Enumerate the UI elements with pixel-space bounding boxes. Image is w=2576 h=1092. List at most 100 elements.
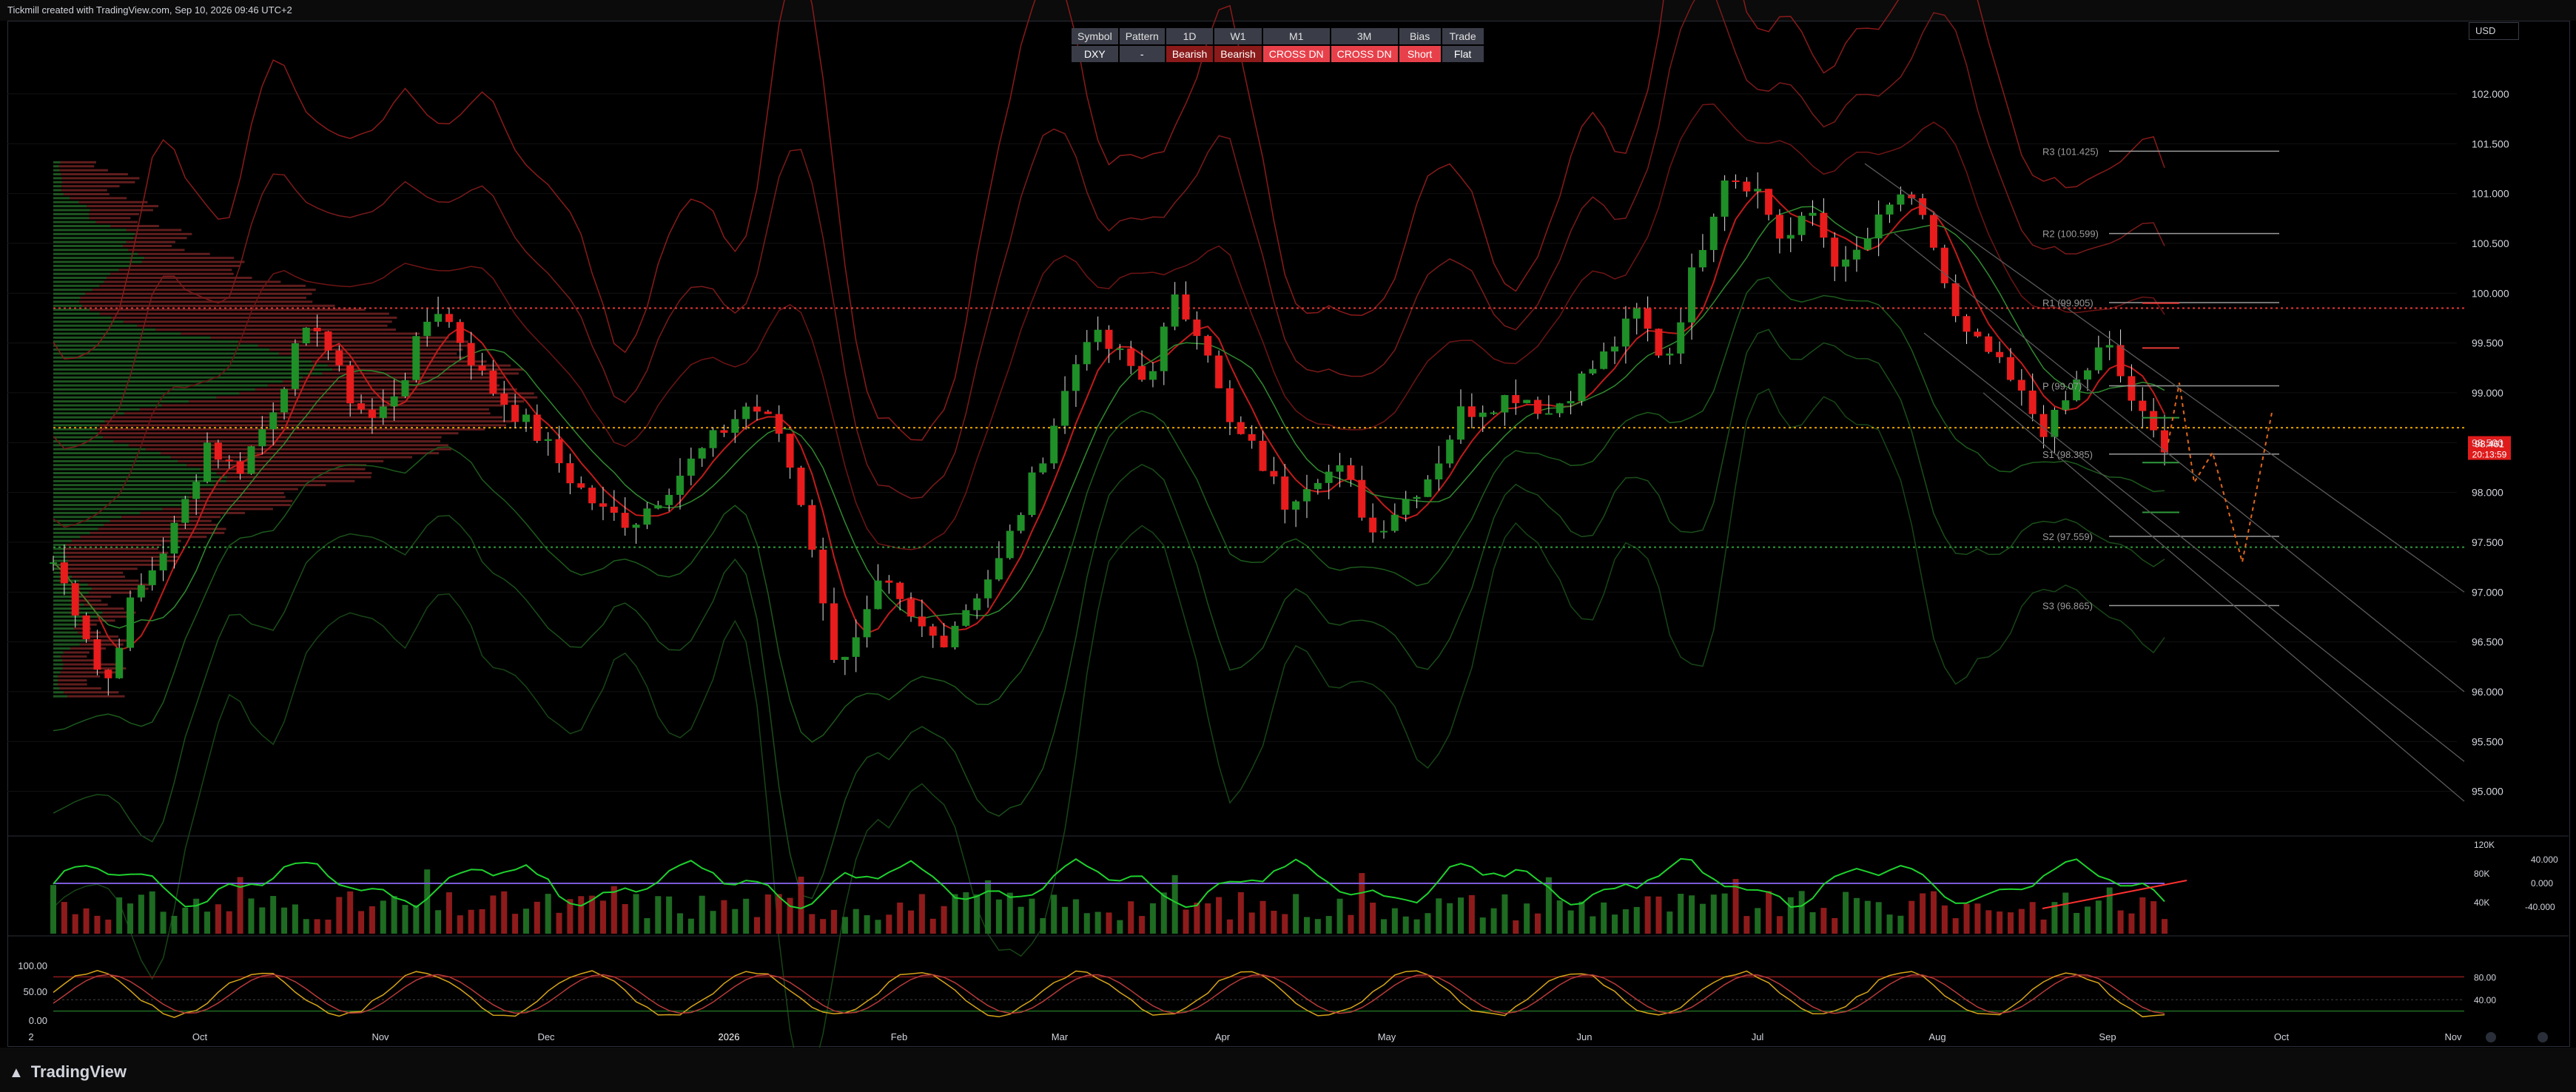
currency-selector[interactable]: USD xyxy=(2469,22,2519,40)
candle-body xyxy=(852,637,860,657)
candle-body xyxy=(236,461,244,474)
volume-profile-bar xyxy=(53,209,90,212)
volume-bar xyxy=(941,906,947,934)
stoch-tick-left: 0.00 xyxy=(29,1015,47,1026)
volume-profile-bar xyxy=(278,352,457,355)
candle-body xyxy=(2105,345,2113,348)
volume-bar xyxy=(457,915,463,934)
volume-profile-bar xyxy=(53,161,61,164)
volume-profile-bar xyxy=(53,551,65,554)
volume-bar xyxy=(1083,913,1090,934)
brand[interactable]: ▲ TradingView xyxy=(9,1062,127,1082)
candle-body xyxy=(2062,400,2070,410)
candle-body xyxy=(204,442,212,482)
candle-body xyxy=(478,365,486,371)
volume-bar xyxy=(1490,908,1497,934)
volume-bar xyxy=(1952,918,1959,934)
volume-bar xyxy=(1282,914,1288,934)
volume-bar xyxy=(512,914,519,934)
candle-body xyxy=(522,414,530,422)
volume-bar xyxy=(1776,916,1783,934)
volume-profile-bar xyxy=(53,356,293,359)
volume-profile-bar xyxy=(53,651,64,654)
candle-body xyxy=(1215,355,1223,388)
candle-body xyxy=(2083,370,2091,380)
candle-body xyxy=(1479,412,1487,417)
volume-profile-bar xyxy=(53,260,142,263)
volume-profile-bar xyxy=(200,468,366,471)
volume-profile-bar xyxy=(53,309,90,311)
candle-body xyxy=(973,598,981,610)
volume-profile-bar xyxy=(53,539,72,542)
volume-profile-bar xyxy=(85,292,312,295)
volume-profile-bar xyxy=(53,304,83,307)
volume-profile-bar xyxy=(53,488,201,491)
volume-bar xyxy=(1567,910,1574,934)
candle-body xyxy=(687,458,695,476)
volume-bar xyxy=(1370,903,1376,934)
candle-body xyxy=(192,482,201,499)
table-cell-m1: CROSS DN xyxy=(1262,46,1330,62)
volume-profile-bar xyxy=(53,212,90,215)
volume-profile-bar xyxy=(53,615,101,618)
volume-profile-bar xyxy=(79,643,124,646)
volume-bar xyxy=(1325,916,1332,934)
volume-bar xyxy=(886,914,892,934)
candle-body xyxy=(1709,216,1718,250)
brand-label: TradingView xyxy=(30,1062,127,1081)
volume-profile-bar xyxy=(53,476,228,479)
candle-body xyxy=(1281,476,1289,510)
candle-body xyxy=(1424,479,1432,497)
volume-profile-bar xyxy=(53,675,58,678)
candle-body xyxy=(753,406,761,412)
volume-bar xyxy=(578,896,585,934)
volume-profile-bar xyxy=(53,667,63,670)
volume-bar xyxy=(820,919,827,934)
candle-body xyxy=(929,626,937,636)
volume-profile-bar xyxy=(53,269,119,272)
volume-profile-bar xyxy=(59,169,108,172)
volume-bar xyxy=(1436,898,1442,934)
volume-profile-bar xyxy=(53,181,62,183)
chart-canvas[interactable]: R3 (101.425) R2 (100.599) R1 (99.905) P (99… xyxy=(0,0,2576,1092)
candle-body xyxy=(1402,499,1410,515)
volume-bar xyxy=(908,910,915,934)
time-tick-label: May xyxy=(1378,1031,1396,1042)
candle-body xyxy=(1852,249,1860,260)
volume-bar xyxy=(1479,917,1486,934)
candle-body xyxy=(50,562,57,564)
candle-body xyxy=(1698,249,1706,268)
volume-profile-bar xyxy=(110,225,159,228)
candle-body xyxy=(786,434,794,468)
volume-profile-bar xyxy=(60,161,96,164)
volume-profile-bar xyxy=(53,631,78,634)
candle-body xyxy=(1974,331,1982,337)
candle-body xyxy=(1644,308,1652,329)
volume-bar xyxy=(952,894,958,934)
table-header-w1: W1 xyxy=(1214,28,1262,44)
volume-bar xyxy=(501,891,508,934)
volume-bar xyxy=(721,900,727,934)
volume-profile-bar xyxy=(79,300,313,303)
volume-bar xyxy=(1930,891,1937,934)
volume-profile-bar xyxy=(61,655,87,658)
volume-profile-bar xyxy=(123,320,392,323)
volume-profile-bar xyxy=(99,284,306,287)
volume-bar xyxy=(391,896,397,934)
settings-gear-icon xyxy=(2538,1032,2548,1042)
candle-body xyxy=(1743,181,1751,192)
volume-profile-bar xyxy=(53,627,74,630)
volume-bar xyxy=(633,894,639,934)
volume-bar xyxy=(1699,903,1706,934)
volume-bar xyxy=(1886,914,1893,934)
volume-profile-bar xyxy=(53,583,88,586)
volume-profile-bar xyxy=(118,269,232,272)
volume-profile-bar xyxy=(95,220,138,223)
volume-bar xyxy=(787,897,793,934)
candle-body xyxy=(1379,530,1388,533)
volume-bar xyxy=(1040,917,1046,934)
candle-body xyxy=(159,553,167,570)
volume-profile-bar xyxy=(53,671,61,674)
volume-bar xyxy=(2040,919,2047,934)
volume-profile-bar xyxy=(71,539,181,542)
